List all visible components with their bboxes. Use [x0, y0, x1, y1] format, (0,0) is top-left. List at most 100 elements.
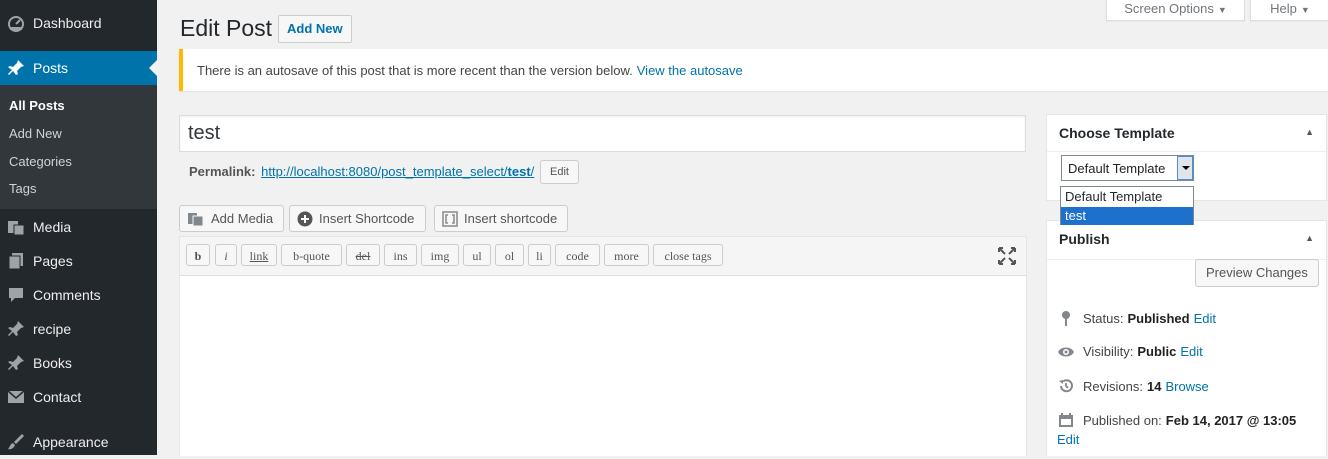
insert-shortcode-button[interactable]: Insert Shortcode — [289, 205, 426, 232]
sidebar-item-pages[interactable]: Pages — [0, 244, 157, 278]
visibility-value: Public — [1137, 344, 1177, 359]
permalink-edit-button[interactable]: Edit — [540, 160, 579, 184]
permalink: Permalink: http://localhost:8080/post_te… — [189, 164, 534, 179]
quicktag-link-button[interactable]: link — [241, 244, 277, 266]
quicktag-code-button[interactable]: code — [555, 244, 600, 266]
permalink-url[interactable]: http://localhost:8080/post_template_sele… — [261, 164, 534, 179]
media-icon — [187, 211, 205, 227]
revisions-label: Revisions: — [1083, 378, 1143, 394]
published-on-edit-link[interactable]: Edit — [1057, 432, 1079, 447]
quicktag-img-button[interactable]: img — [421, 244, 459, 266]
quicktag-ul-button[interactable]: ul — [463, 244, 491, 266]
insert-shortcode-label: Insert Shortcode — [319, 211, 415, 226]
quicktag-ol-button[interactable]: ol — [495, 244, 524, 266]
permalink-suffix: / — [530, 164, 535, 179]
sidebar-item-label: Dashboard — [33, 15, 102, 31]
sidebar-item-label: Appearance — [33, 434, 109, 450]
submenu-item-add-new[interactable]: Add New — [9, 126, 62, 141]
visibility-edit-link[interactable]: Edit — [1180, 344, 1202, 359]
post-title-input[interactable]: test — [179, 115, 1026, 152]
autosave-notice: There is an autosave of this post that i… — [179, 49, 1328, 91]
collapse-icon[interactable]: ▲ — [1305, 233, 1314, 243]
permalink-slug: test — [507, 164, 531, 179]
history-icon — [1057, 378, 1075, 394]
template-option-test[interactable]: test — [1061, 207, 1193, 225]
media-icon — [7, 218, 25, 236]
sidebar-item-comments[interactable]: Comments — [0, 278, 157, 312]
quicktag-bold-button[interactable]: b — [186, 244, 210, 266]
post-content-editor[interactable]: b i link b-quote del ins img ul ol li co… — [179, 236, 1027, 456]
page-title: Edit Post — [180, 15, 273, 41]
add-media-button[interactable]: Add Media — [179, 205, 284, 232]
brush-icon — [7, 433, 25, 451]
sidebar-item-posts[interactable]: Posts — [0, 51, 157, 85]
screen-options-label: Screen Options — [1124, 1, 1214, 16]
shortcode-icon — [442, 210, 458, 227]
permalink-base: http://localhost:8080/post_template_sele… — [261, 164, 508, 179]
template-dropdown-list: Default Template test — [1060, 186, 1194, 225]
revisions-browse-link[interactable]: Browse — [1165, 379, 1208, 394]
sidebar-item-media[interactable]: Media — [0, 210, 157, 244]
pin-icon — [7, 320, 25, 338]
insert-shortcode-plugin-button[interactable]: Insert shortcode — [434, 205, 568, 232]
revisions-value: 14 — [1146, 378, 1162, 394]
choose-template-title: Choose Template — [1059, 125, 1175, 141]
status-label: Status: — [1083, 310, 1124, 326]
quicktag-ins-button[interactable]: ins — [384, 244, 417, 266]
pin-icon — [7, 59, 25, 77]
preview-changes-button[interactable]: Preview Changes — [1195, 259, 1319, 287]
visibility-row: Visibility: Public Edit — [1057, 344, 1203, 359]
quicktag-del-button[interactable]: del — [346, 244, 380, 266]
view-autosave-link[interactable]: View the autosave — [637, 63, 743, 78]
notice-text-container: There is an autosave of this post that i… — [197, 63, 743, 78]
collapse-icon[interactable]: ▲ — [1305, 127, 1314, 137]
mail-icon — [7, 388, 25, 406]
pin-icon — [7, 354, 25, 372]
template-option-default[interactable]: Default Template — [1061, 188, 1193, 206]
submenu-item-all-posts[interactable]: All Posts — [9, 98, 65, 113]
screen-options-button[interactable]: Screen Options ▼ — [1106, 0, 1245, 21]
comments-icon — [7, 286, 25, 304]
chevron-down-icon: ▼ — [1217, 5, 1227, 15]
sidebar-item-label: Pages — [33, 253, 73, 269]
sidebar-item-appearance[interactable]: Appearance — [0, 425, 157, 459]
permalink-label: Permalink: — [189, 164, 256, 179]
sidebar-item-recipe[interactable]: recipe — [0, 312, 157, 346]
quicktag-more-button[interactable]: more — [604, 244, 649, 266]
published-on-edit-container: Edit — [1057, 432, 1079, 447]
sidebar-item-dashboard[interactable]: Dashboard — [0, 6, 157, 40]
help-button[interactable]: Help ▼ — [1250, 0, 1328, 21]
sidebar-item-contact[interactable]: Contact — [0, 380, 157, 414]
quicktag-li-button[interactable]: li — [528, 244, 551, 266]
post-title-value: test — [188, 122, 221, 144]
status-edit-link[interactable]: Edit — [1194, 311, 1216, 326]
postbox-divider — [1047, 151, 1326, 152]
help-label: Help — [1270, 1, 1297, 16]
sidebar-item-label: recipe — [33, 321, 72, 337]
submenu-item-categories[interactable]: Categories — [9, 154, 72, 169]
sidebar-item-label: Books — [33, 355, 72, 371]
template-select-value: Default Template — [1068, 161, 1166, 176]
add-new-button[interactable]: Add New — [278, 15, 352, 43]
published-on-label: Published on: — [1083, 412, 1162, 428]
quicktag-italic-button[interactable]: i — [215, 244, 237, 266]
submenu-item-tags[interactable]: Tags — [9, 181, 36, 196]
sidebar-item-books[interactable]: Books — [0, 346, 157, 380]
add-media-label: Add Media — [211, 211, 274, 226]
chevron-down-icon[interactable] — [1177, 156, 1193, 180]
plus-circle-icon — [297, 211, 313, 227]
revisions-row: Revisions: 14 Browse — [1057, 378, 1209, 394]
pin-location-icon — [1057, 310, 1075, 326]
chevron-down-icon: ▼ — [1300, 5, 1310, 15]
distraction-free-icon[interactable] — [998, 247, 1016, 268]
admin-sidebar: Dashboard Posts All Posts Add New Catego… — [0, 0, 157, 455]
template-select[interactable]: Default Template — [1061, 155, 1194, 181]
calendar-icon — [1057, 412, 1075, 428]
pages-icon — [7, 252, 25, 270]
quicktag-bquote-button[interactable]: b-quote — [281, 244, 342, 266]
publish-box: Publish ▲ Preview Changes Status: Publis… — [1046, 220, 1327, 456]
publish-title: Publish — [1059, 231, 1110, 247]
quicktag-close-tags-button[interactable]: close tags — [653, 244, 723, 266]
status-value: Published — [1127, 310, 1190, 326]
dashboard-icon — [7, 14, 25, 32]
